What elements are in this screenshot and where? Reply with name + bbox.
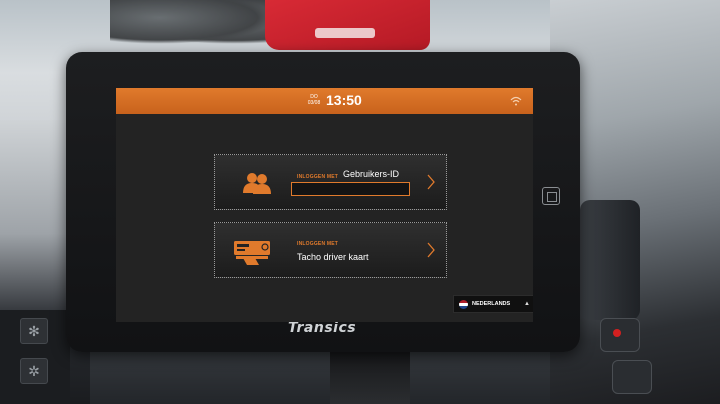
tablet-screen: DO 03/08 13:50 INLOGGEN MET Gebruikers-I… xyxy=(116,88,533,322)
date-display: DO 03/08 xyxy=(304,94,324,106)
user-id-input[interactable] xyxy=(291,182,410,196)
dashboard-controls: ✻ ✲ xyxy=(0,310,70,404)
sunglasses xyxy=(110,0,275,44)
fan-off-button: ✲ xyxy=(20,358,48,384)
wifi-icon xyxy=(510,96,522,106)
indicator-led xyxy=(613,329,621,337)
date-label: 03/08 xyxy=(307,100,321,106)
dashboard-button xyxy=(600,318,640,352)
fan-button: ✻ xyxy=(20,318,48,344)
caret-up-icon: ▲ xyxy=(524,301,530,307)
language-label: NEDERLANDS xyxy=(472,301,511,307)
package-label xyxy=(315,28,375,38)
chevron-right-icon xyxy=(427,242,435,258)
brand-logo: Transics xyxy=(288,320,357,336)
users-icon xyxy=(243,173,271,194)
tacho-card-icon xyxy=(234,241,270,265)
chevron-right-icon xyxy=(427,174,435,190)
login-user-id-card[interactable]: INLOGGEN MET Gebruikers-ID xyxy=(214,154,447,210)
login-tacho-card[interactable]: INLOGGEN MET Tacho driver kaart xyxy=(214,222,447,278)
card-title: Tacho driver kaart xyxy=(297,252,369,262)
card-title: Gebruikers-ID xyxy=(343,169,400,179)
home-button[interactable] xyxy=(542,187,560,205)
dashboard-button xyxy=(612,360,652,394)
netherlands-flag-icon xyxy=(459,300,468,309)
status-bar: DO 03/08 13:50 xyxy=(116,88,533,114)
red-package xyxy=(265,0,430,50)
card-kicker: INLOGGEN MET xyxy=(297,174,339,180)
air-vent xyxy=(580,200,640,320)
clock: 13:50 xyxy=(326,92,362,108)
language-select[interactable]: NEDERLANDS ▲ xyxy=(453,295,533,313)
card-kicker: INLOGGEN MET xyxy=(297,241,339,247)
device-mount xyxy=(330,345,410,404)
